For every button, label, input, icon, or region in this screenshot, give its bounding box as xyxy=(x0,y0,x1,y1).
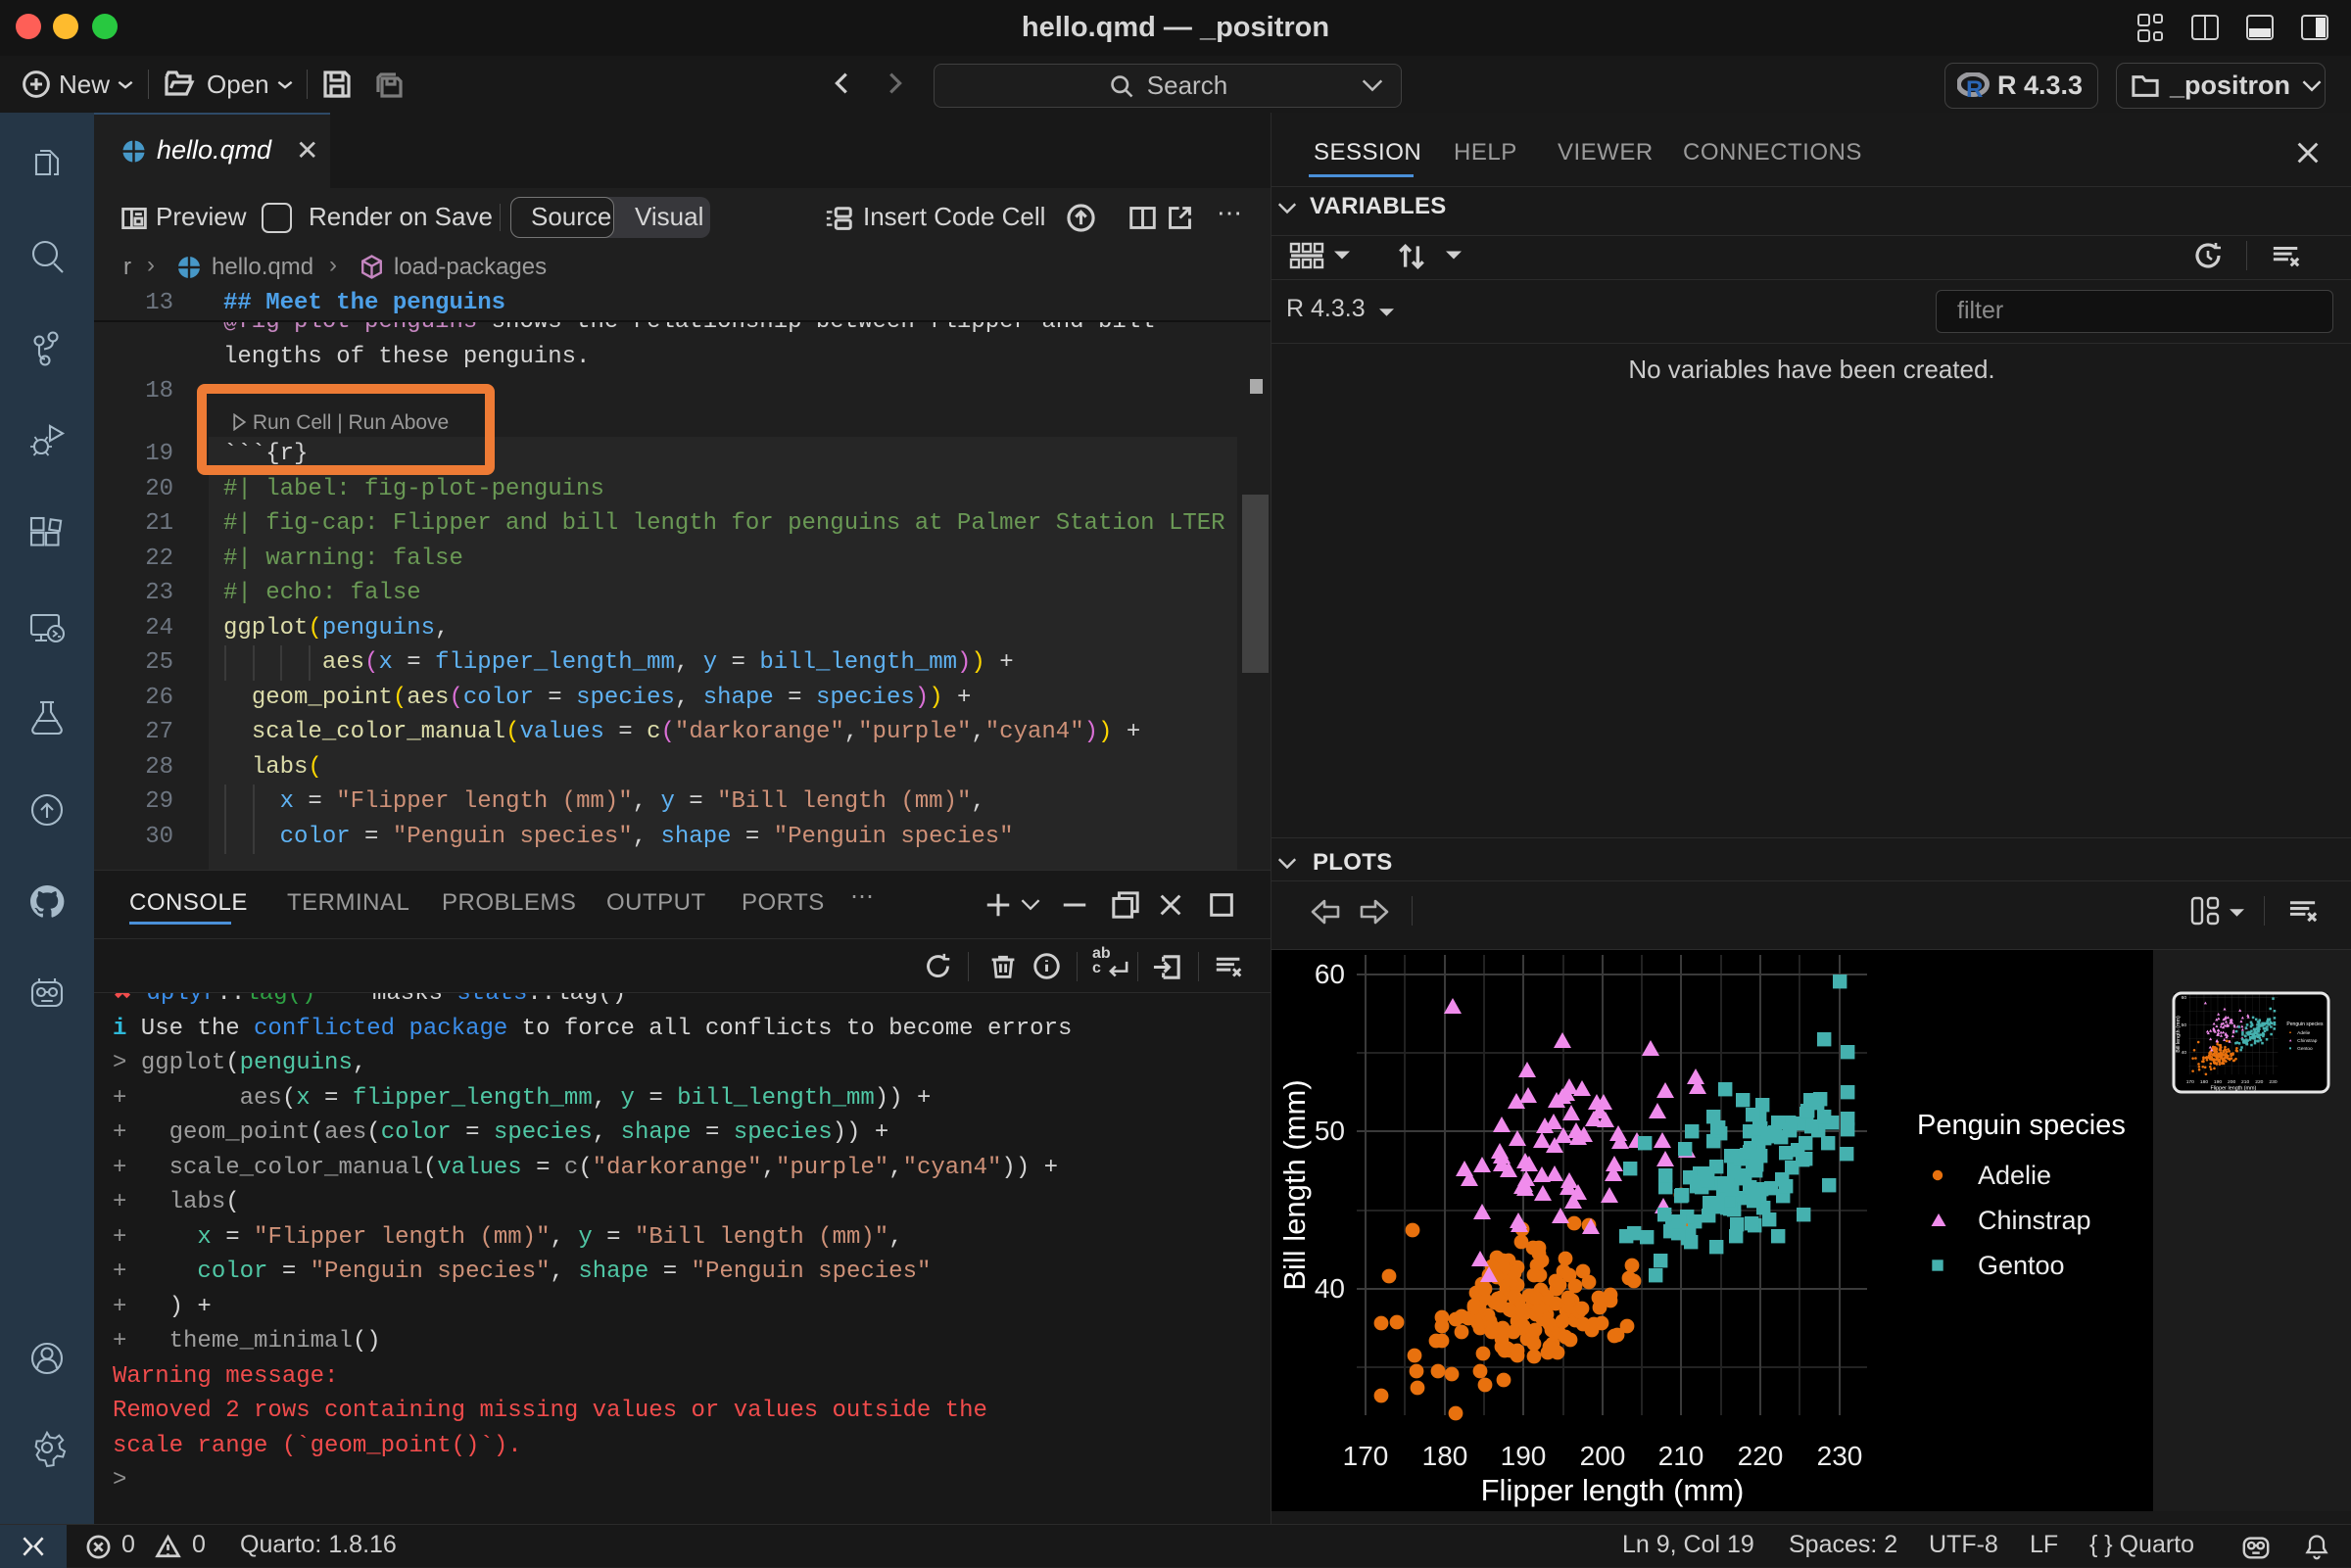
svg-text:60: 60 xyxy=(1315,959,1345,989)
svg-text:Bill length (mm): Bill length (mm) xyxy=(1277,1079,1312,1290)
svg-text:190: 190 xyxy=(1501,1441,1547,1471)
svg-text:230: 230 xyxy=(1817,1441,1863,1471)
svg-text:R: R xyxy=(1966,76,1983,99)
svg-text:40: 40 xyxy=(1315,1273,1345,1304)
svg-text:Penguin species: Penguin species xyxy=(1917,1110,2126,1141)
svg-text:200: 200 xyxy=(1580,1441,1626,1471)
svg-text:210: 210 xyxy=(1658,1441,1704,1471)
svg-text:180: 180 xyxy=(1422,1441,1468,1471)
svg-text:170: 170 xyxy=(1343,1441,1389,1471)
svg-text:50: 50 xyxy=(1315,1116,1345,1146)
svg-text:Flipper length (mm): Flipper length (mm) xyxy=(1481,1473,1745,1507)
svg-text:Chinstrap: Chinstrap xyxy=(1978,1206,2091,1235)
svg-text:Adelie: Adelie xyxy=(1978,1161,2051,1190)
svg-text:220: 220 xyxy=(1738,1441,1784,1471)
svg-text:Gentoo: Gentoo xyxy=(1978,1251,2065,1280)
